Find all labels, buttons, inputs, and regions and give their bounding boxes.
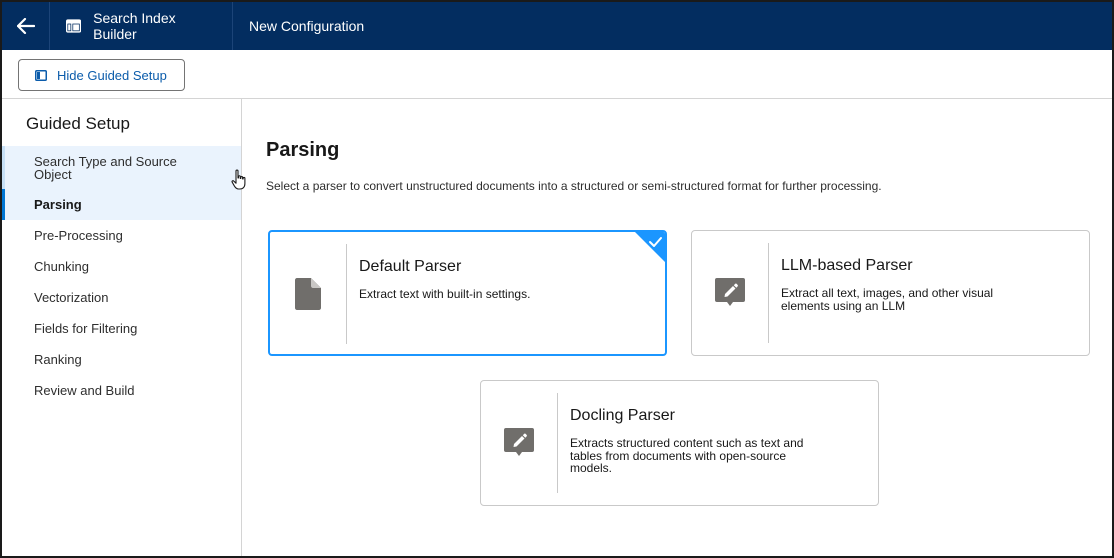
selected-check-icon [635, 232, 665, 262]
step-search-type[interactable]: Search Type and Source Object [2, 146, 241, 189]
step-label: Pre-Processing [34, 228, 123, 243]
step-label: Chunking [34, 259, 89, 274]
card-title: Docling Parser [570, 407, 675, 424]
arrow-left-icon [16, 18, 35, 34]
card-title: Default Parser [359, 258, 462, 275]
panel-left-icon [35, 69, 47, 81]
step-fields-for-filtering[interactable]: Fields for Filtering [2, 313, 241, 344]
step-ranking[interactable]: Ranking [2, 344, 241, 375]
global-header: Search Index Builder New Configuration [2, 2, 1112, 50]
step-vectorization[interactable]: Vectorization [2, 282, 241, 313]
step-label: Parsing [34, 197, 82, 212]
step-review-and-build[interactable]: Review and Build [2, 375, 241, 406]
parser-option-llm[interactable]: LLM-based Parser Extract all text, image… [691, 230, 1090, 356]
step-list: Search Type and Source Object Parsing Pr… [2, 146, 241, 406]
edit-icon [504, 428, 534, 456]
step-label: Ranking [34, 352, 82, 367]
page-title: New Configuration [249, 18, 365, 34]
card-icon-container [270, 244, 347, 344]
step-parsing[interactable]: Parsing [2, 189, 241, 220]
edit-icon [715, 278, 745, 306]
card-description: Extract all text, images, and other visu… [781, 286, 994, 313]
card-description: Extracts structured content such as text… [570, 436, 804, 475]
step-label: Search Type and Source Object [34, 153, 177, 182]
parser-option-default[interactable]: Default Parser Extract text with built-i… [268, 230, 667, 356]
file-icon [295, 278, 321, 310]
card-icon-container [692, 243, 769, 343]
hide-guided-setup-label: Hide Guided Setup [57, 67, 167, 83]
hide-guided-setup-button[interactable]: Hide Guided Setup [18, 59, 185, 91]
step-label: Vectorization [34, 290, 109, 305]
table-icon [66, 19, 82, 33]
parser-option-docling[interactable]: Docling Parser Extracts structured conte… [480, 380, 879, 506]
section-title: Parsing [266, 139, 340, 161]
app-name: Search Index Builder [93, 10, 176, 42]
step-label: Fields for Filtering [34, 321, 138, 336]
card-title: LLM-based Parser [781, 257, 913, 274]
app-tab[interactable]: Search Index Builder [50, 2, 233, 50]
back-button[interactable] [2, 2, 50, 50]
card-icon-container [481, 393, 558, 493]
step-chunking[interactable]: Chunking [2, 251, 241, 282]
sidebar-title: Guided Setup [26, 114, 130, 133]
step-label: Review and Build [34, 383, 135, 398]
step-pre-processing[interactable]: Pre-Processing [2, 220, 241, 251]
page-tab[interactable]: New Configuration [233, 2, 380, 50]
toolbar: Hide Guided Setup [2, 50, 1112, 99]
app-window: Search Index Builder New Configuration H… [0, 0, 1114, 558]
guided-setup-sidebar: Guided Setup Search Type and Source Obje… [2, 99, 242, 556]
card-description: Extract text with built-in settings. [359, 287, 531, 301]
section-description: Select a parser to convert unstructured … [266, 179, 882, 193]
main-content: Parsing Select a parser to convert unstr… [243, 99, 1112, 556]
